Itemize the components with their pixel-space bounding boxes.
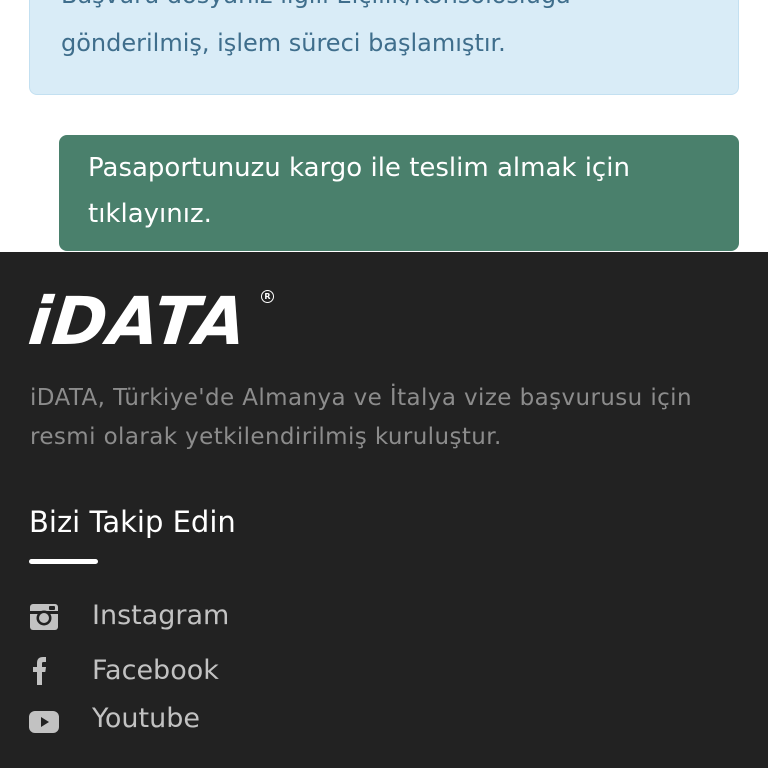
notice-line-1: Başvuru dosyanız ilgili Elçilik/Konsolos… — [61, 0, 738, 19]
notice-line-2: gönderilmiş, işlem süreci başlamıştır. — [61, 29, 506, 57]
content-area: Başvuru dosyanız ilgili Elçilik/Konsolos… — [0, 0, 768, 252]
heading-underline — [29, 559, 98, 564]
idata-logo[interactable]: iDATA R — [25, 283, 279, 360]
logo-wordmark: iDATA — [25, 283, 252, 360]
instagram-label: Instagram — [92, 600, 230, 631]
youtube-icon — [29, 707, 59, 733]
facebook-label: Facebook — [92, 655, 219, 686]
registered-mark-icon: R — [261, 290, 274, 303]
youtube-label: Youtube — [92, 703, 200, 734]
follow-us-heading: Bizi Takip Edin — [29, 505, 236, 539]
footer-description: iDATA, Türkiye'de Almanya ve İtalya vize… — [30, 385, 692, 450]
footer: iDATA R iDATA, Türkiye'de Almanya ve İta… — [0, 252, 768, 768]
cargo-delivery-button[interactable]: Pasaportunuzu kargo ile teslim almak içi… — [59, 135, 739, 251]
status-notice: Başvuru dosyanız ilgili Elçilik/Konsolos… — [29, 0, 739, 95]
facebook-icon — [29, 657, 59, 685]
instagram-icon — [29, 604, 59, 630]
